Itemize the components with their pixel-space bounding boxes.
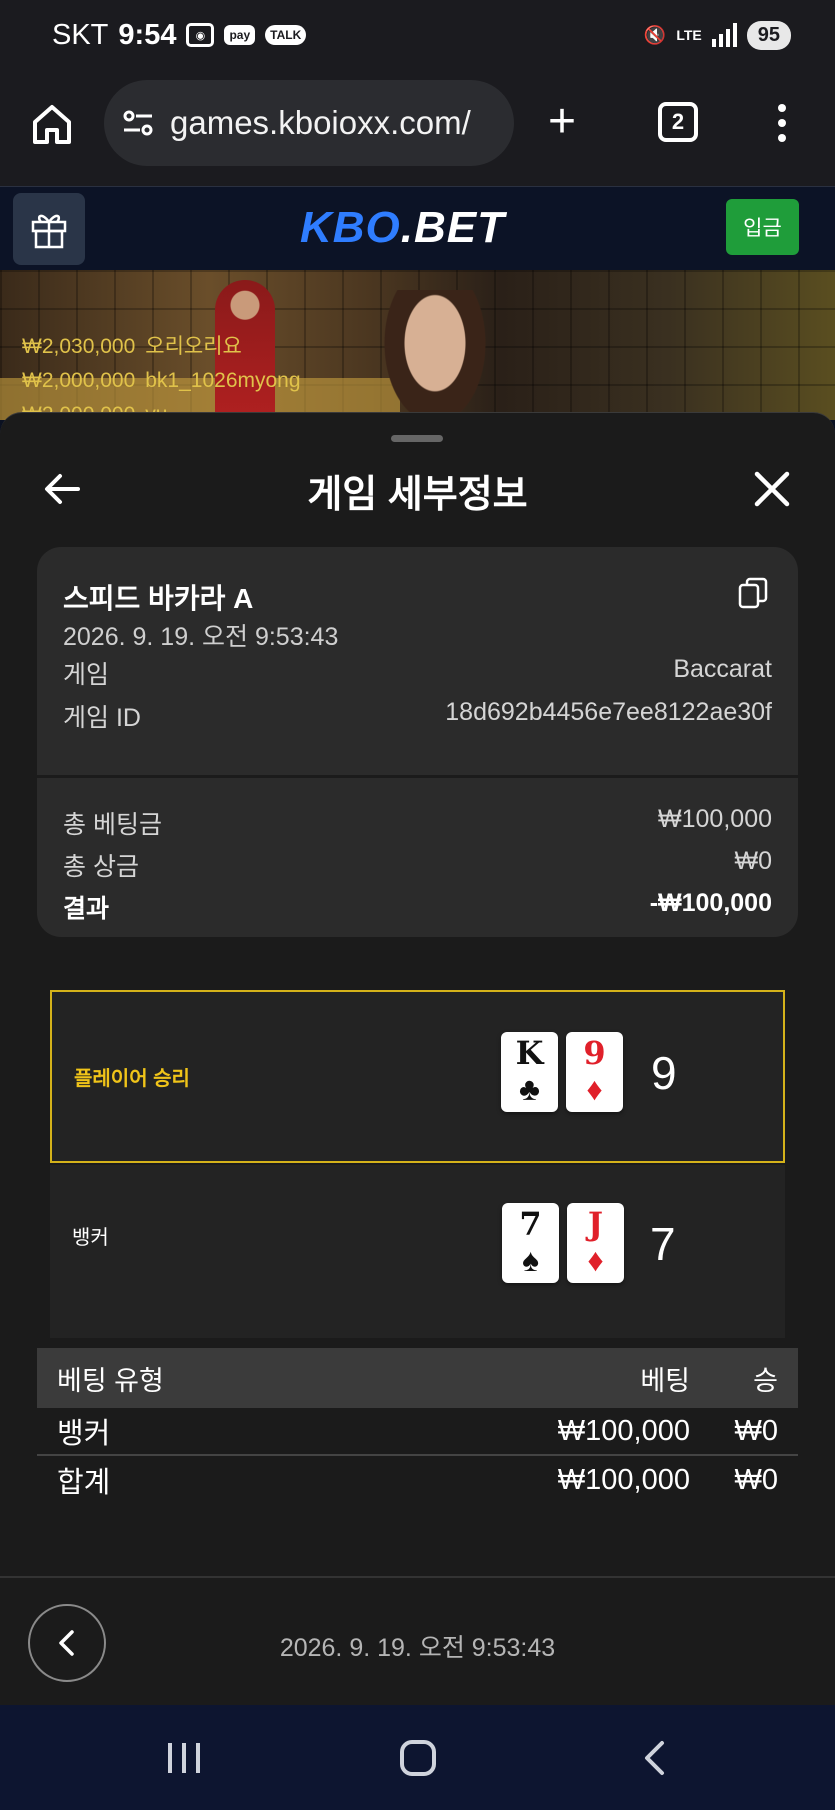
clock: 9:54: [118, 18, 177, 51]
address-bar[interactable]: games.kboioxx.com/: [104, 80, 514, 166]
screenshot-icon: ◉: [186, 23, 215, 47]
game-type-row: 게임 Baccarat: [63, 655, 772, 689]
game-name: 스피드 바카라 A: [63, 583, 254, 614]
site-logo[interactable]: KBO.BET: [300, 203, 505, 253]
club-icon: ♣: [519, 1071, 540, 1107]
player-score: 9: [651, 1047, 677, 1099]
site-settings-icon[interactable]: [122, 109, 154, 137]
gift-icon: [31, 214, 67, 249]
dealer-image: [380, 290, 490, 420]
gift-button[interactable]: [13, 193, 85, 265]
bet-table-header: 베팅 유형 베팅 승: [37, 1348, 798, 1408]
close-icon[interactable]: [752, 469, 792, 509]
playing-card: K ♣: [501, 1032, 558, 1112]
banker-hand: 뱅커 7 ♠ J ♦ 7: [50, 1165, 785, 1338]
new-tab-button[interactable]: +: [548, 98, 576, 146]
deposit-button[interactable]: 입금: [726, 199, 799, 255]
spade-icon: ♠: [522, 1242, 539, 1278]
winner-row: ₩2,000,000 bk1_1026myong: [22, 369, 301, 392]
footer-date: 2026. 9. 19. 오전 9:53:43: [279, 1634, 556, 1662]
url-text: games.kboioxx.com/: [170, 104, 471, 141]
game-id-row: 게임 ID 18d692b4456e7ee8122ae30f: [63, 698, 772, 732]
pay-icon: pay: [224, 25, 256, 45]
playing-card: 7 ♠: [502, 1203, 559, 1283]
game-detail-sheet: 게임 세부정보 스피드 바카라 A 2026. 9. 19. 오전 9:53:4…: [0, 412, 835, 1705]
talk-icon: TALK: [265, 25, 307, 45]
bet-table: 베팅 유형 베팅 승 뱅커 ₩100,000 ₩0 합계 ₩100,000 ₩0: [37, 1348, 798, 1504]
drag-handle[interactable]: [391, 435, 443, 442]
diamond-icon: ♦: [586, 1071, 603, 1107]
recent-apps-button[interactable]: [168, 1743, 200, 1773]
signal-icon: [711, 23, 737, 47]
home-button[interactable]: [400, 1740, 436, 1776]
playing-card: 9 ♦: [566, 1032, 623, 1112]
table-row: 뱅커 ₩100,000 ₩0: [37, 1408, 798, 1456]
tab-switcher-button[interactable]: 2: [658, 102, 698, 142]
total-bet-row: 총 베팅금 ₩100,000: [63, 805, 772, 839]
diamond-icon: ♦: [587, 1242, 604, 1278]
total-win-row: 총 상금 ₩0: [63, 847, 772, 881]
divider: [0, 1576, 835, 1578]
back-button[interactable]: [640, 1740, 668, 1776]
player-hand-label: 플레이어 승리: [74, 1068, 190, 1090]
banker-score: 7: [650, 1218, 676, 1270]
result-row: 결과 -₩100,000: [63, 889, 772, 923]
banker-hand-label: 뱅커: [72, 1227, 109, 1249]
status-bar: SKT 9:54 ◉ pay TALK 🔇 LTE 95: [0, 0, 835, 70]
sheet-title: 게임 세부정보: [307, 474, 528, 516]
home-icon[interactable]: [30, 102, 74, 146]
battery-indicator: 95: [746, 20, 791, 50]
site-header: KBO.BET 입금: [0, 186, 835, 270]
divider: [37, 775, 798, 778]
copy-icon[interactable]: [738, 577, 768, 609]
playing-card: J ♦: [567, 1203, 624, 1283]
browser-toolbar: games.kboioxx.com/ + 2: [0, 70, 835, 186]
mute-icon: 🔇: [643, 24, 667, 45]
live-banner: ₩2,030,000 오리오리요 ₩2,000,000 bk1_1026myong …: [0, 270, 835, 420]
player-hand: 플레이어 승리 K ♣ 9 ♦ 9: [50, 990, 785, 1163]
table-row-total: 합계 ₩100,000 ₩0: [57, 1463, 778, 1500]
game-date: 2026. 9. 19. 오전 9:53:43: [63, 623, 339, 651]
winner-row: ₩2,030,000 오리오리요: [22, 335, 242, 358]
game-summary-card: 스피드 바카라 A 2026. 9. 19. 오전 9:53:43 게임 Bacc…: [37, 547, 798, 937]
system-nav-bar: [0, 1705, 835, 1810]
winner-ticker: ₩2,030,000 오리오리요 ₩2,000,000 bk1_1026myong …: [22, 330, 301, 420]
browser-menu-icon[interactable]: [775, 104, 789, 142]
lte-icon: LTE: [676, 27, 702, 43]
carrier-label: SKT: [52, 18, 109, 51]
